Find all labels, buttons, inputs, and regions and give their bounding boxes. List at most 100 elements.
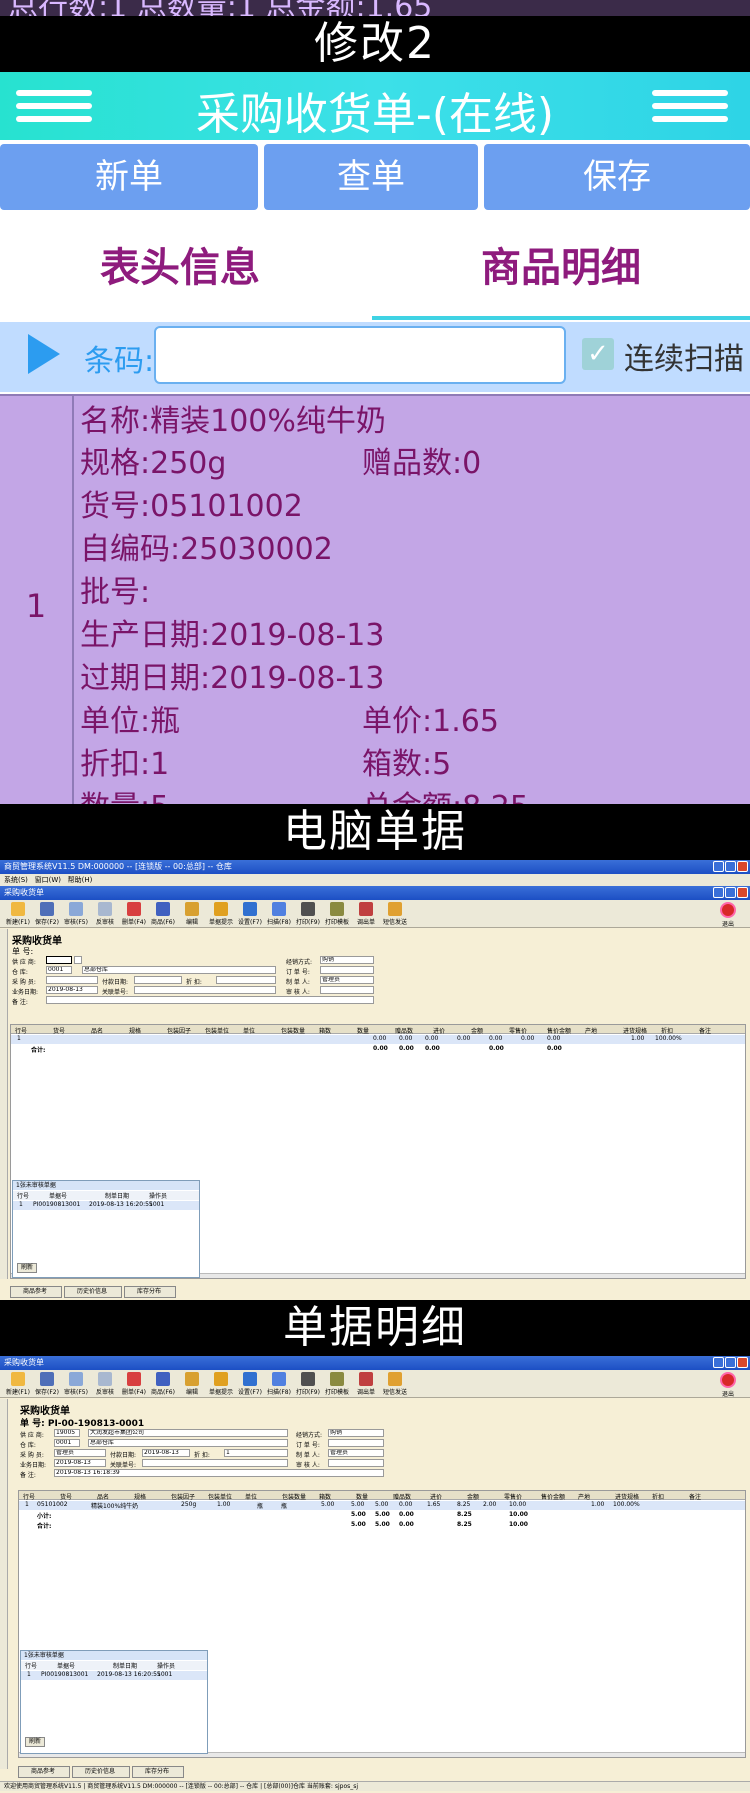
menu-system[interactable]: 系统(S) xyxy=(4,876,28,884)
discount-input-2[interactable]: 1 xyxy=(224,1449,288,1457)
doc-close-icon[interactable] xyxy=(737,887,748,898)
pc2-tool-6[interactable]: 编辑 xyxy=(178,1372,206,1396)
menu-window[interactable]: 窗口(W) xyxy=(35,876,61,884)
tool-12[interactable]: 调出单 xyxy=(352,902,380,926)
column-header[interactable]: 规格 xyxy=(129,1026,141,1035)
supplier-select[interactable] xyxy=(46,956,72,964)
maker-input-2[interactable]: 管理员 xyxy=(328,1449,384,1457)
maximize-icon[interactable] xyxy=(725,861,736,872)
column-header[interactable]: 数量 xyxy=(356,1492,368,1501)
column-header[interactable]: 金额 xyxy=(467,1492,479,1501)
column-header[interactable]: 品名 xyxy=(97,1492,109,1501)
remark-input-2[interactable]: 2019-08-13 16:18:39 xyxy=(54,1469,384,1477)
tab-price-history[interactable]: 历史价信息 xyxy=(64,1286,122,1298)
column-header[interactable]: 进货规格 xyxy=(615,1492,639,1501)
biz-date-input-2[interactable]: 2019-08-13 xyxy=(54,1459,106,1467)
column-header[interactable]: 金额 xyxy=(471,1026,483,1035)
refresh-button-2[interactable]: 刷新 xyxy=(25,1737,46,1747)
column-header[interactable]: 售价金额 xyxy=(541,1492,565,1501)
pc2-tool-12[interactable]: 调出单 xyxy=(352,1372,380,1396)
column-header[interactable]: 包装因子 xyxy=(167,1026,191,1035)
table-row[interactable]: 1 05101002 精装100%纯牛奶 250g 1.00 瓶 瓶 5.00 … xyxy=(19,1501,745,1510)
tool-6[interactable]: 编辑 xyxy=(178,902,206,926)
close-icon[interactable] xyxy=(737,861,748,872)
column-header[interactable]: 包装数量 xyxy=(281,1026,305,1035)
continuous-scan-checkbox[interactable]: ✓ xyxy=(582,338,614,370)
tool-4[interactable]: 删单(F4) xyxy=(120,902,148,926)
column-header[interactable]: 折扣 xyxy=(661,1026,673,1035)
discount-input[interactable] xyxy=(216,976,276,984)
supplier-code[interactable]: 19005 xyxy=(54,1429,80,1437)
column-header[interactable]: 零售价 xyxy=(504,1492,522,1501)
pc2-tool-8[interactable]: 设置(F7) xyxy=(236,1372,264,1396)
left-sidebar[interactable] xyxy=(0,929,8,1279)
exit-icon[interactable] xyxy=(720,902,736,918)
column-header[interactable]: 包装单位 xyxy=(205,1026,229,1035)
pc2-tool-10[interactable]: 打印(F9) xyxy=(294,1372,322,1396)
column-header[interactable]: 进价 xyxy=(430,1492,442,1501)
list-item[interactable]: 1 PI00190813001 2019-08-13 16:20:55 1001 xyxy=(13,1201,199,1210)
pc2-tool-2[interactable]: 审核(F5) xyxy=(62,1372,90,1396)
new-order-button[interactable]: 新单 xyxy=(0,144,258,210)
barcode-input[interactable] xyxy=(154,326,566,384)
menu-help[interactable]: 帮助(H) xyxy=(68,876,93,884)
biz-date-input[interactable]: 2019-08-13 xyxy=(46,986,98,994)
column-header[interactable]: 数量 xyxy=(357,1026,369,1035)
tool-7[interactable]: 单据提示 xyxy=(207,902,235,926)
column-header[interactable]: 备注 xyxy=(699,1026,711,1035)
tool-11[interactable]: 打印模板 xyxy=(323,902,351,926)
tool-10[interactable]: 打印(F9) xyxy=(294,902,322,926)
buyer-input-2[interactable]: 管理员 xyxy=(54,1449,106,1457)
supplier-lookup-button[interactable] xyxy=(74,956,82,964)
order-no-input[interactable] xyxy=(320,966,374,974)
tool-1[interactable]: 保存(F2) xyxy=(33,902,61,926)
tab-stock-dist[interactable]: 库存分布 xyxy=(124,1286,176,1298)
tab-header-info[interactable]: 表头信息 xyxy=(0,216,360,320)
refresh-button[interactable]: 刷新 xyxy=(17,1263,38,1273)
order-no-input-2[interactable] xyxy=(328,1439,384,1447)
column-header[interactable]: 产地 xyxy=(578,1492,590,1501)
table-row[interactable]: 1 0.00 0.00 0.00 0.00 0.00 0.00 0.00 1.0… xyxy=(11,1035,745,1044)
column-header[interactable]: 单位 xyxy=(243,1026,255,1035)
column-header[interactable]: 品名 xyxy=(91,1026,103,1035)
minimize-icon[interactable] xyxy=(713,861,724,872)
pc2-tool-1[interactable]: 保存(F2) xyxy=(33,1372,61,1396)
warehouse-name-2[interactable]: 总部仓库 xyxy=(88,1439,288,1447)
pc2-tool-13[interactable]: 短信发送 xyxy=(381,1372,409,1396)
tool-0[interactable]: 新建(F1) xyxy=(4,902,32,926)
column-header[interactable]: 箱数 xyxy=(319,1492,331,1501)
warehouse-code[interactable]: 0001 xyxy=(46,966,72,974)
pc2-tool-9[interactable]: 扫描(F8) xyxy=(265,1372,293,1396)
save-button[interactable]: 保存 xyxy=(484,144,750,210)
minimize-icon-2[interactable] xyxy=(713,1357,724,1368)
column-header[interactable]: 货号 xyxy=(53,1026,65,1035)
reviewer-input-2[interactable] xyxy=(328,1459,384,1467)
pc2-tool-4[interactable]: 删单(F4) xyxy=(120,1372,148,1396)
column-header[interactable]: 售价金额 xyxy=(547,1026,571,1035)
tool-2[interactable]: 审核(F5) xyxy=(62,902,90,926)
reviewer-input[interactable] xyxy=(320,986,374,994)
tool-9[interactable]: 扫描(F8) xyxy=(265,902,293,926)
column-header[interactable]: 规格 xyxy=(134,1492,146,1501)
maker-input[interactable]: 管理员 xyxy=(320,976,374,984)
pc2-tool-11[interactable]: 打印模板 xyxy=(323,1372,351,1396)
warehouse-name[interactable]: 总部仓库 xyxy=(82,966,276,974)
maximize-icon-2[interactable] xyxy=(725,1357,736,1368)
tool-3[interactable]: 反审核 xyxy=(91,902,119,926)
query-order-button[interactable]: 查单 xyxy=(264,144,478,210)
remark-input[interactable] xyxy=(46,996,374,1004)
play-icon[interactable] xyxy=(28,334,60,374)
doc-maximize-icon[interactable] xyxy=(725,887,736,898)
pc2-tool-7[interactable]: 单据提示 xyxy=(207,1372,235,1396)
buyer-input[interactable] xyxy=(46,976,98,984)
column-header[interactable]: 箱数 xyxy=(319,1026,331,1035)
tab-item-detail[interactable]: 商品明细 xyxy=(372,216,750,320)
doc-minimize-icon[interactable] xyxy=(713,887,724,898)
tab-product-ref[interactable]: 商品参考 xyxy=(10,1286,62,1298)
supplier-name[interactable]: 大润发超市集团公司 xyxy=(88,1429,288,1437)
item-card[interactable]: 1 名称:精装100%纯牛奶 规格:250g 赠品数:0 货号:05101002… xyxy=(0,394,750,804)
column-header[interactable]: 零售价 xyxy=(509,1026,527,1035)
column-header[interactable]: 包装数量 xyxy=(282,1492,306,1501)
tab-price-history-2[interactable]: 历史价信息 xyxy=(72,1766,130,1778)
tool-5[interactable]: 商品(F6) xyxy=(149,902,177,926)
